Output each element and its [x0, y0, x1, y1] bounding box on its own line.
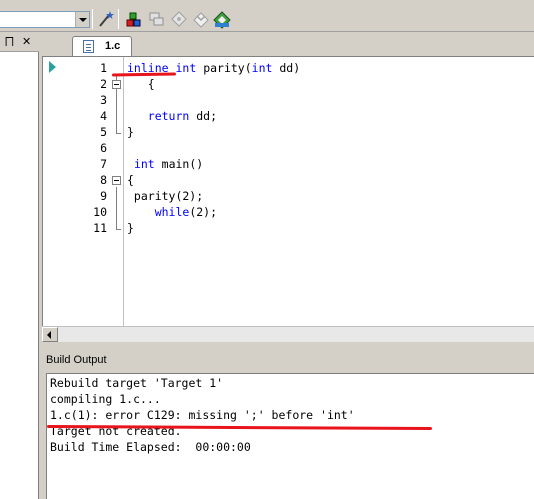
build-output-line: Build Time Elapsed: 00:00:00 [50, 440, 251, 454]
line-number: 1 [100, 61, 107, 75]
project-pane: ⨅ ✕ [0, 32, 39, 499]
download-icon[interactable] [191, 9, 211, 29]
keyword-token: int [251, 61, 273, 75]
chevron-down-icon[interactable] [75, 12, 89, 27]
build-output-pane: Build Output Rebuild target 'Target 1' co… [42, 349, 534, 499]
code-text: while(2); [127, 204, 217, 220]
line-number: 8 [100, 173, 107, 187]
fold-toggle-icon[interactable] [112, 176, 121, 185]
toolbar-separator [92, 9, 93, 29]
line-number: 7 [100, 157, 107, 171]
build-output-title: Build Output [46, 354, 107, 366]
code-token: (2); [189, 205, 218, 219]
line-number: 11 [93, 221, 107, 235]
code-token: dd) [272, 61, 301, 75]
code-text: { [127, 172, 134, 188]
document-icon [83, 40, 94, 53]
line-number: 2 [100, 77, 107, 91]
translate-icon[interactable] [125, 9, 145, 29]
horizontal-scrollbar[interactable] [42, 326, 534, 342]
tab-1c[interactable]: 1.c [72, 36, 132, 57]
code-text: parity(2); [127, 188, 203, 204]
tab-strip: 1.c [42, 32, 534, 57]
target-combo[interactable] [0, 11, 90, 28]
options-icon[interactable] [212, 9, 232, 29]
magic-wand-icon[interactable] [96, 9, 116, 29]
code-line[interactable]: 8{ [43, 172, 534, 188]
toolbar-separator [118, 9, 119, 29]
line-number: 10 [93, 205, 107, 219]
scroll-left-button[interactable] [42, 327, 58, 342]
code-text: } [127, 220, 134, 236]
pin-icon[interactable]: ⨅ [5, 35, 14, 48]
project-pane-header: ⨅ ✕ [0, 32, 39, 52]
tab-label: 1.c [105, 40, 121, 52]
fold-toggle-icon[interactable] [112, 80, 121, 89]
code-text: { [127, 76, 155, 92]
line-number: 5 [100, 125, 107, 139]
code-line[interactable]: 11} [43, 220, 534, 236]
line-number: 3 [100, 93, 107, 107]
code-token: parity( [196, 61, 252, 75]
code-token: dd; [189, 109, 218, 123]
build-output-line: Rebuild target 'Target 1' [50, 376, 224, 390]
code-token: { [127, 77, 155, 91]
code-text: } [127, 124, 134, 140]
keyword-token: return [147, 109, 190, 123]
code-token: { [127, 173, 134, 187]
code-text: return dd; [127, 108, 217, 124]
line-number: 4 [100, 109, 107, 123]
code-line[interactable]: 2 { [43, 76, 534, 92]
code-token: } [127, 221, 134, 235]
build-output-line: 1.c(1): error C129: missing ';' before '… [50, 408, 355, 422]
line-number: 6 [100, 141, 107, 155]
build-output-text[interactable]: Rebuild target 'Target 1' compiling 1.c..… [46, 373, 534, 499]
keyword-token: int [175, 61, 197, 75]
code-line[interactable]: 6 [43, 140, 534, 156]
close-icon[interactable]: ✕ [22, 35, 31, 48]
build-icon[interactable] [147, 9, 167, 29]
code-text: int main() [127, 156, 203, 172]
editor-area: 1.c 1 inline int parity(int dd) 2 {3 4 retu… [42, 32, 534, 342]
code-line[interactable]: 9 parity(2); [43, 188, 534, 204]
code-line[interactable]: 5} [43, 124, 534, 140]
keyword-token: int [133, 157, 155, 171]
code-line[interactable]: 4 return dd; [43, 108, 534, 124]
line-number: 9 [100, 189, 107, 203]
toolbar [0, 0, 534, 32]
keyword-token: while [154, 205, 190, 219]
code-token: parity(2); [127, 189, 204, 203]
code-line[interactable]: 7 int main() [43, 156, 534, 172]
code-line[interactable]: 3 [43, 92, 534, 108]
code-token: } [127, 125, 134, 139]
rebuild-icon[interactable] [169, 9, 189, 29]
code-editor[interactable]: 1 inline int parity(int dd) 2 {3 4 return d… [42, 56, 534, 327]
code-line[interactable]: 10 while(2); [43, 204, 534, 220]
code-token: main() [154, 157, 204, 171]
build-output-line: compiling 1.c... [50, 392, 161, 406]
